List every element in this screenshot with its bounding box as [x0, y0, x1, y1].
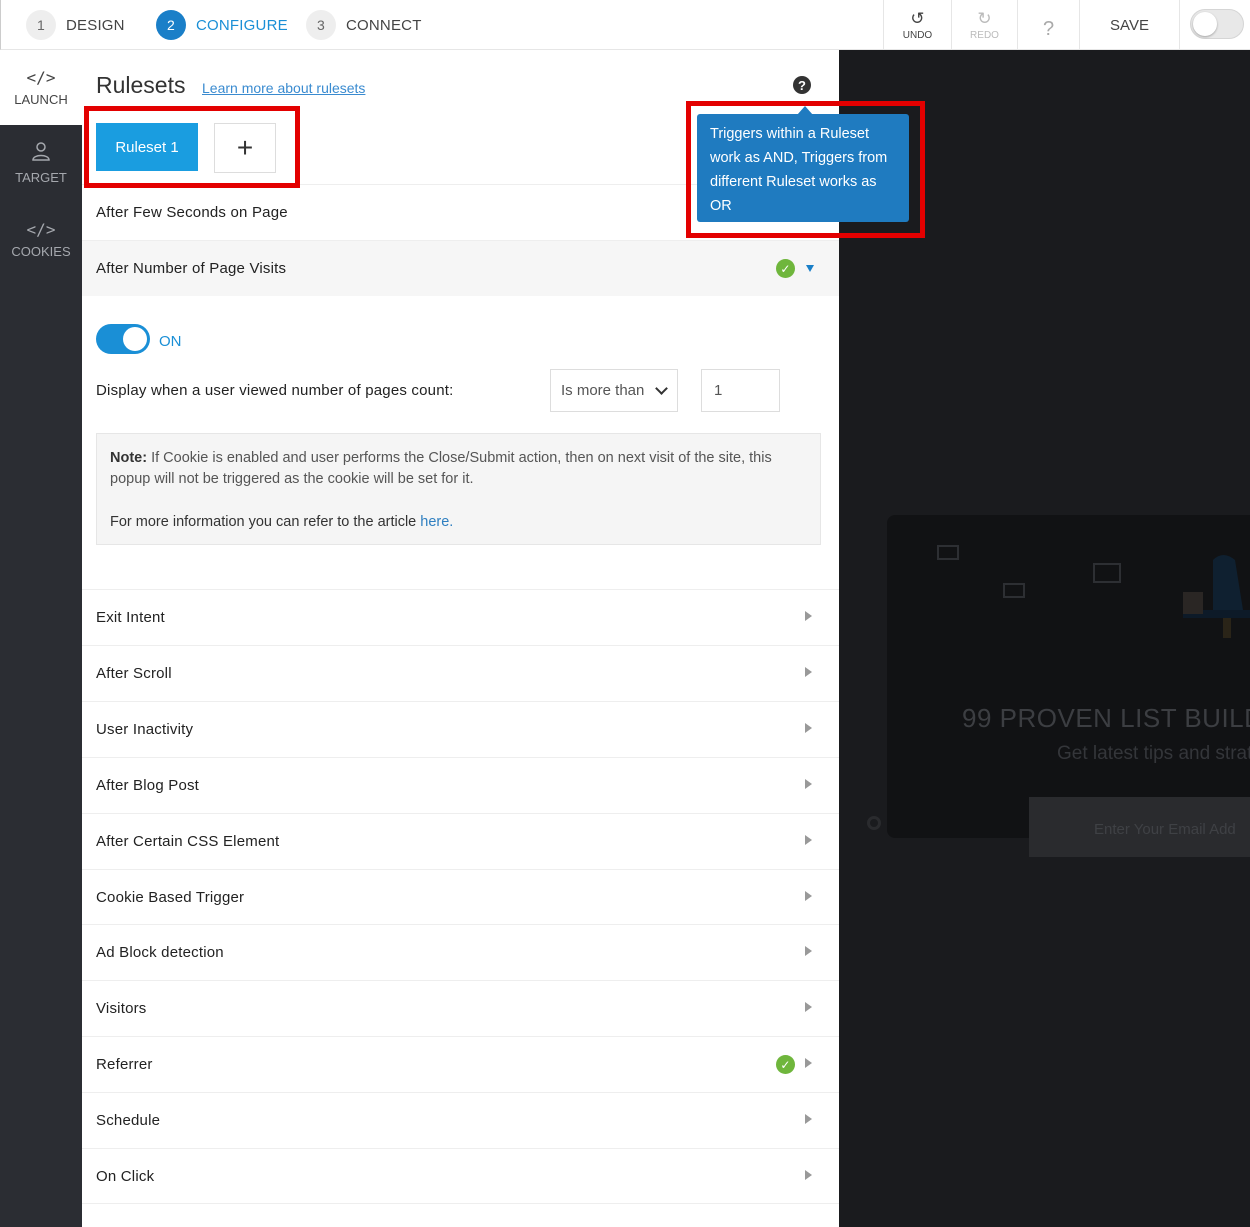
- envelope-icon: [1003, 583, 1025, 598]
- popup-card: 99 PROVEN LIST BUILDING T Get latest tip…: [887, 515, 1250, 838]
- sidebar-label: LAUNCH: [14, 92, 68, 107]
- trigger-label: Visitors: [96, 1000, 147, 1017]
- toggle-label: ON: [159, 333, 182, 350]
- trigger-row-adblock[interactable]: Ad Block detection: [82, 924, 839, 980]
- toggle-knob: [123, 327, 147, 351]
- email-field[interactable]: Enter Your Email Add: [1029, 797, 1250, 857]
- save-button[interactable]: SAVE: [1079, 0, 1179, 50]
- display-condition-label: Display when a user viewed number of pag…: [96, 382, 454, 399]
- page-count-input[interactable]: [701, 369, 780, 412]
- help-icon[interactable]: ?: [793, 76, 811, 94]
- caret-right-icon: [805, 723, 812, 733]
- redo-label: REDO: [970, 29, 999, 41]
- caret-right-icon: [805, 835, 812, 845]
- top-toolbar: 1 DESIGN 2 CONFIGURE 3 CONNECT ↺ UNDO ↻ …: [0, 0, 1250, 50]
- envelope-icon: [1093, 563, 1121, 583]
- step-number: 2: [156, 10, 186, 40]
- sidebar-item-launch[interactable]: </> LAUNCH: [0, 50, 82, 125]
- trigger-label: Schedule: [96, 1112, 161, 1129]
- caret-right-icon: [805, 611, 812, 621]
- highlight-box-tooltip: [686, 101, 925, 238]
- caret-right-icon: [805, 779, 812, 789]
- trigger-label: After Number of Page Visits: [96, 260, 287, 277]
- trigger-label: On Click: [96, 1167, 155, 1185]
- trigger-row-cookie[interactable]: Cookie Based Trigger: [82, 869, 839, 925]
- trigger-label: Exit Intent: [96, 609, 165, 626]
- caret-right-icon: [805, 1002, 812, 1012]
- caret-right-icon: [805, 1114, 812, 1124]
- trigger-label: Cookie Based Trigger: [96, 889, 245, 906]
- sidebar-item-cookies[interactable]: </> COOKIES: [0, 202, 82, 277]
- undo-label: UNDO: [902, 29, 933, 41]
- note-text: If Cookie is enabled and user performs t…: [110, 450, 772, 487]
- trigger-label: Referrer: [96, 1056, 153, 1073]
- trigger-label: After Scroll: [96, 665, 172, 682]
- note-label: Note:: [110, 450, 148, 466]
- sidebar-label: COOKIES: [11, 244, 71, 259]
- step-connect[interactable]: 3 CONNECT: [306, 10, 422, 40]
- caret-right-icon: [805, 1058, 812, 1068]
- caret-right-icon: [805, 1170, 812, 1180]
- trigger-row-on-click[interactable]: On Click: [82, 1148, 839, 1204]
- popup-title: 99 PROVEN LIST BUILDING T: [962, 703, 1250, 733]
- step-label: CONFIGURE: [196, 16, 288, 34]
- undo-icon: ↺: [910, 8, 925, 28]
- publish-toggle[interactable]: [1190, 9, 1244, 39]
- check-icon: ✓: [776, 259, 795, 278]
- trigger-row-exit-intent[interactable]: Exit Intent: [82, 589, 839, 645]
- trigger-row-inactivity[interactable]: User Inactivity: [82, 701, 839, 757]
- sidebar-label: TARGET: [15, 169, 67, 185]
- step-configure[interactable]: 2 CONFIGURE: [156, 10, 288, 40]
- envelope-icon: [937, 545, 959, 560]
- left-sidebar: </> LAUNCH TARGET </> COOKIES: [0, 50, 82, 1227]
- cookie-note: Note: If Cookie is enabled and user perf…: [96, 433, 821, 545]
- enable-toggle[interactable]: [96, 324, 150, 354]
- check-icon: ✓: [776, 1055, 795, 1074]
- question-icon: ?: [1042, 17, 1055, 40]
- redo-button[interactable]: ↻ REDO: [951, 0, 1017, 50]
- undo-button[interactable]: ↺ UNDO: [883, 0, 951, 50]
- trigger-row-blog-post[interactable]: After Blog Post: [82, 757, 839, 813]
- condition-value: Is more than: [561, 382, 645, 399]
- trigger-row-referrer[interactable]: Referrer ✓: [82, 1036, 839, 1092]
- caret-right-icon: [805, 891, 812, 901]
- popup-subtitle: Get latest tips and strategies: [1057, 743, 1250, 764]
- step-number: 3: [306, 10, 336, 40]
- trigger-label: After Blog Post: [96, 777, 200, 794]
- help-button[interactable]: ?: [1017, 0, 1079, 50]
- caret-down-icon[interactable]: [806, 265, 814, 272]
- step-design[interactable]: 1 DESIGN: [26, 10, 125, 40]
- condition-select[interactable]: Is more than: [550, 369, 678, 412]
- chevron-down-icon: [655, 382, 668, 395]
- toggle-knob: [1193, 12, 1217, 36]
- sidebar-item-target[interactable]: TARGET: [0, 125, 82, 200]
- trigger-label: After Certain CSS Element: [96, 833, 280, 850]
- trigger-row-scroll[interactable]: After Scroll: [82, 645, 839, 701]
- trigger-label: After Few Seconds on Page: [96, 204, 288, 221]
- step-label: DESIGN: [66, 16, 125, 34]
- caret-right-icon: [805, 946, 812, 956]
- code-icon: </>: [26, 220, 56, 239]
- article-link[interactable]: here.: [420, 514, 453, 530]
- visits-config: ON Display when a user viewed number of …: [82, 296, 839, 588]
- mailbox-icon: [1183, 555, 1250, 638]
- page-title: Rulesets: [96, 72, 186, 98]
- gear-icon: [867, 816, 881, 830]
- trigger-row-visits[interactable]: After Number of Page Visits ✓: [82, 240, 839, 296]
- trigger-row-css-element[interactable]: After Certain CSS Element: [82, 813, 839, 869]
- trigger-row-visitors[interactable]: Visitors: [82, 980, 839, 1036]
- caret-right-icon: [805, 667, 812, 677]
- learn-more-link[interactable]: Learn more about rulesets: [202, 80, 365, 96]
- step-label: CONNECT: [346, 16, 422, 34]
- redo-icon: ↻: [977, 8, 992, 28]
- user-icon: [31, 141, 51, 165]
- highlight-box-rulesets: [84, 106, 300, 188]
- note-more-text: For more information you can refer to th…: [110, 514, 417, 530]
- trigger-row-schedule[interactable]: Schedule: [82, 1092, 839, 1148]
- trigger-label: User Inactivity: [96, 721, 194, 738]
- step-number: 1: [26, 10, 56, 40]
- save-label: SAVE: [1110, 16, 1149, 34]
- code-icon: </>: [26, 68, 56, 87]
- trigger-label: Ad Block detection: [96, 944, 224, 961]
